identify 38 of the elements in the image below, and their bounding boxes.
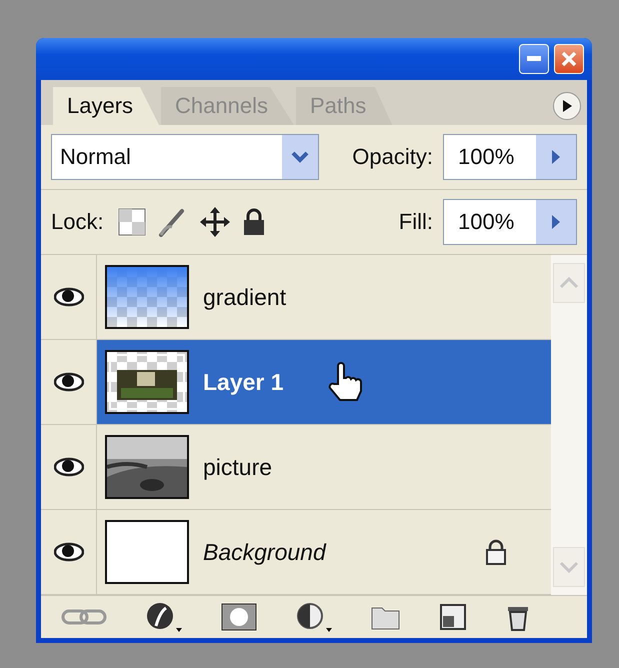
move-icon[interactable] — [200, 207, 230, 237]
opacity-label: Opacity: — [352, 144, 433, 170]
lock-transparency-icon[interactable] — [118, 208, 146, 236]
layer-name: Layer 1 — [203, 368, 284, 396]
minimize-icon — [527, 56, 541, 62]
eye-icon — [54, 542, 84, 562]
blend-mode-dropdown[interactable]: Normal — [51, 134, 319, 180]
new-layer-icon[interactable] — [440, 604, 466, 630]
minimize-button[interactable] — [519, 44, 549, 74]
mask-icon[interactable] — [220, 603, 257, 631]
adjustment-layer-icon[interactable] — [296, 602, 332, 632]
arrow-icon — [552, 215, 560, 229]
layer-name: picture — [203, 454, 272, 480]
arrow-icon — [552, 150, 560, 164]
fill-slider-button[interactable] — [536, 200, 576, 244]
layer-style-icon[interactable] — [146, 602, 182, 632]
lock-label: Lock: — [51, 209, 104, 235]
layer-name: gradient — [203, 284, 286, 310]
fill-label: Fill: — [398, 209, 433, 235]
eye-icon — [54, 287, 84, 307]
layer-row[interactable]: Background — [41, 510, 551, 595]
eye-icon — [54, 457, 84, 477]
opacity-slider-button[interactable] — [536, 135, 576, 179]
opacity-field[interactable]: 100% — [443, 134, 577, 180]
layer-name: Background — [203, 538, 326, 566]
play-icon — [562, 100, 572, 112]
fill-field[interactable]: 100% — [443, 199, 577, 245]
close-icon — [561, 51, 577, 67]
panel-tab[interactable]: Layers — [53, 87, 160, 125]
layer-row[interactable]: picture — [41, 425, 551, 510]
lock-icon[interactable] — [242, 208, 266, 236]
panel-menu-button[interactable] — [553, 92, 581, 120]
close-button[interactable] — [554, 44, 584, 74]
caret-icon — [291, 151, 309, 163]
eye-icon — [54, 372, 84, 392]
layer-row[interactable]: Layer 1 — [41, 340, 551, 425]
layer-row[interactable]: gradient — [41, 255, 551, 340]
visibility-toggle[interactable] — [41, 340, 97, 424]
